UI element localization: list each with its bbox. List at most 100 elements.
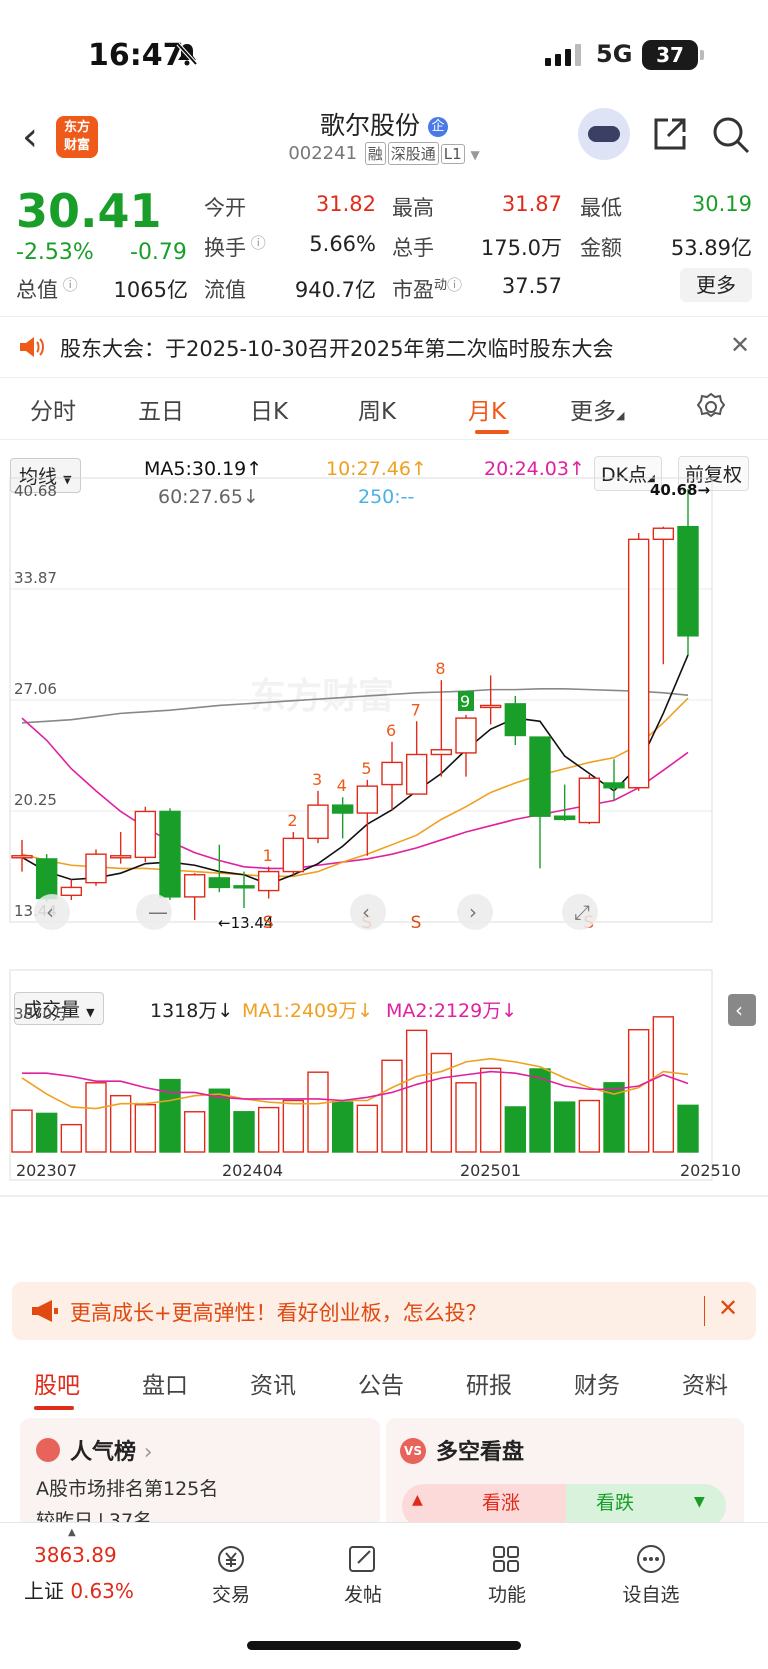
turnover-label[interactable]: 换手 ⓘ — [204, 232, 266, 262]
scroll-left-icon-glyph[interactable]: ‹ — [46, 900, 54, 924]
x-tick-label: 202404 — [222, 1161, 283, 1180]
kline-chart-area: 均线 ▼ MA5:30.19↑ 10:27.46↑ 20:24.03↑ 60:2… — [0, 440, 768, 1270]
tab-profile[interactable]: 资料 — [682, 1366, 728, 1400]
nav-functions[interactable]: 功能 — [462, 1543, 552, 1607]
zoom-out-icon-glyph[interactable]: — — [148, 900, 168, 924]
candle-body — [208, 877, 231, 889]
market-cap-label[interactable]: 总值 ⓘ — [16, 274, 78, 304]
more-button[interactable]: 更多 — [680, 268, 752, 302]
popularity-rank: A股市场排名第125名 — [36, 1478, 219, 1500]
up-arrow-icon: ▲ — [412, 1492, 423, 1508]
next-icon-glyph[interactable]: › — [469, 900, 477, 924]
current-price: 30.41 — [16, 184, 162, 238]
candle-body — [603, 782, 625, 789]
popularity-card[interactable]: 人气榜 › A股市场排名第125名 较昨日↓37名 — [20, 1418, 380, 1522]
y-tick-label: 20.25 — [14, 791, 57, 809]
kline-chart[interactable]: 40.6833.8727.0620.2513.44东方财富12345678940… — [0, 440, 768, 1270]
stock-name: 歌尔股份 — [320, 111, 421, 140]
candle-body — [35, 858, 58, 900]
nav-trade[interactable]: 交易 — [186, 1543, 276, 1607]
grid-icon — [493, 1546, 519, 1572]
x-tick-label: 202307 — [16, 1161, 77, 1180]
tab-guba[interactable]: 股吧 — [34, 1366, 80, 1400]
tab-news[interactable]: 资讯 — [250, 1366, 296, 1400]
active-tab-indicator — [34, 1406, 74, 1410]
low-label: 最低 — [580, 196, 622, 220]
volume-bar — [208, 1088, 231, 1153]
pe-label[interactable]: 市盈动ⓘ — [392, 274, 462, 304]
candle-body — [257, 870, 280, 892]
bear-button[interactable]: 看跌 ▼ — [566, 1484, 726, 1522]
tab-intraday[interactable]: 分时 — [30, 392, 76, 426]
volume-bar — [282, 1099, 305, 1153]
close-icon[interactable]: ✕ — [730, 331, 750, 359]
candle-body — [381, 761, 403, 786]
volume-label: 总手 — [392, 236, 434, 260]
vs-icon: VS — [400, 1438, 426, 1464]
tab-more[interactable]: 更多◢ — [570, 392, 624, 426]
candle-body — [60, 886, 83, 897]
dropdown-caret-icon: ▼ — [470, 148, 480, 162]
candle-body — [282, 837, 305, 873]
bull-button[interactable]: ▲ 看涨 — [402, 1484, 566, 1522]
pe-value: 37.57 — [501, 274, 562, 298]
candle-body — [331, 804, 354, 814]
volume-bar — [307, 1071, 329, 1153]
close-icon[interactable]: ✕ — [718, 1294, 738, 1322]
kline-tabs: 分时 五日 日K 周K 月K 更多◢ — [0, 384, 768, 440]
settings-gear-icon[interactable] — [696, 392, 726, 422]
promo-banner[interactable]: 更高成长+更高弹性！看好创业板，怎么投？ ✕ — [12, 1282, 756, 1340]
stock-header: ‹ 东方财富 歌尔股份 企 002241 融深股通 L1 ▼ — [0, 100, 768, 176]
tab-research[interactable]: 研报 — [466, 1366, 512, 1400]
info-icon: ⓘ — [246, 234, 266, 252]
status-time: 16:47 — [88, 38, 184, 73]
tab-daily-k[interactable]: 日K — [250, 392, 288, 426]
tab-announcements[interactable]: 公告 — [358, 1366, 404, 1400]
volume-bar — [356, 1104, 379, 1153]
volume-bar — [257, 1106, 280, 1153]
signal-icon — [545, 44, 581, 66]
share-icon[interactable] — [652, 116, 688, 152]
candle-body — [455, 717, 477, 754]
volume-bar — [603, 1082, 625, 1153]
notice-bar[interactable]: 股东大会：于2025-10-30召开2025年第二次临时股东大会 ✕ — [0, 316, 768, 378]
high-label: 最高 — [392, 196, 434, 220]
x-tick-label: 202510 — [680, 1161, 741, 1180]
open-label: 今开 — [204, 196, 246, 220]
volume-bar — [529, 1068, 551, 1153]
prev-icon-glyph[interactable]: ‹ — [362, 900, 370, 924]
volume-bar — [479, 1067, 502, 1153]
bull-bear-card[interactable]: VS 多空看盘 ▲ 看涨 看跌 ▼ — [386, 1418, 744, 1522]
chevron-left-icon: ‹ — [735, 998, 743, 1022]
nav-post[interactable]: 发帖 — [318, 1543, 408, 1607]
tab-pankou[interactable]: 盘口 — [142, 1366, 188, 1400]
candle-body — [430, 749, 453, 756]
tab-weekly-k[interactable]: 周K — [358, 392, 396, 426]
assistant-robot-icon[interactable] — [578, 108, 630, 160]
index-ticker[interactable]: 上证 0.63% — [24, 1575, 134, 1604]
notice-text: 股东大会：于2025-10-30召开2025年第二次临时股东大会 — [60, 337, 614, 361]
fullscreen-icon-glyph[interactable]: ⤢ — [574, 900, 590, 924]
y-tick-label: 33.87 — [14, 569, 57, 587]
popularity-title: 人气榜 › — [70, 1440, 153, 1465]
search-icon[interactable] — [712, 116, 750, 154]
volume-bar — [652, 1016, 675, 1153]
candle-body — [553, 815, 576, 821]
td-count: 5 — [361, 759, 371, 778]
volume-bar — [405, 1029, 428, 1153]
nav-add-watchlist[interactable]: 设自选 — [606, 1543, 696, 1607]
speaker-icon — [20, 337, 44, 357]
y-tick-label: 40.68 — [14, 482, 57, 500]
tab-financials[interactable]: 财务 — [574, 1366, 620, 1400]
status-bar: 16:47 5G 37 — [0, 0, 768, 100]
vs-title: 多空看盘 — [436, 1440, 525, 1465]
low-value: 30.19 — [691, 192, 752, 216]
tab-monthly-k[interactable]: 月K — [468, 392, 506, 426]
volume-bar — [35, 1112, 58, 1153]
index-change: 0.63% — [70, 1579, 134, 1603]
candle-body — [85, 853, 107, 884]
volume-bar — [331, 1101, 354, 1153]
amount-label: 金额 — [580, 236, 622, 260]
down-arrow-icon: ▼ — [694, 1494, 705, 1510]
tab-five-day[interactable]: 五日 — [138, 392, 184, 426]
